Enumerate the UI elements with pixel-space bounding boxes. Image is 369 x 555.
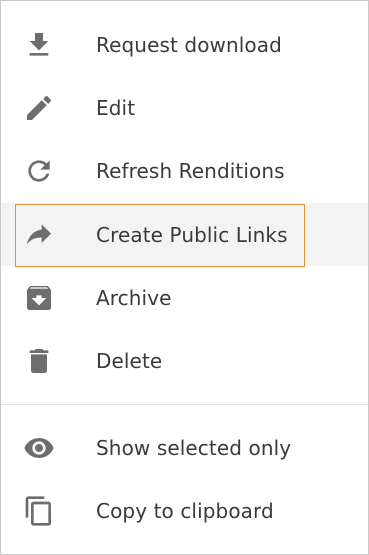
eye-icon	[23, 432, 55, 464]
download-icon	[23, 29, 55, 61]
context-menu: Request download Edit Refresh Renditions…	[0, 0, 369, 555]
menu-item-edit[interactable]: Edit	[1, 76, 368, 139]
menu-item-refresh-renditions[interactable]: Refresh Renditions	[1, 139, 368, 202]
pencil-icon	[23, 92, 55, 124]
menu-item-delete[interactable]: Delete	[1, 329, 368, 392]
share-arrow-icon	[23, 219, 55, 251]
trash-icon	[23, 345, 55, 377]
menu-item-copy-to-clipboard[interactable]: Copy to clipboard	[1, 479, 368, 542]
menu-item-label: Archive	[96, 285, 172, 310]
menu-item-label: Show selected only	[96, 435, 292, 460]
menu-item-label: Create Public Links	[96, 222, 288, 247]
menu-item-label: Refresh Renditions	[96, 158, 285, 183]
menu-item-archive[interactable]: Archive	[1, 266, 368, 329]
refresh-icon	[23, 155, 55, 187]
menu-item-label: Edit	[96, 95, 136, 120]
menu-item-label: Request download	[96, 32, 282, 57]
menu-item-label: Copy to clipboard	[96, 498, 274, 523]
menu-divider	[1, 404, 368, 405]
menu-item-create-public-links[interactable]: Create Public Links	[1, 203, 368, 266]
menu-item-label: Delete	[96, 348, 163, 373]
menu-item-show-selected-only[interactable]: Show selected only	[1, 416, 368, 479]
menu-item-request-download[interactable]: Request download	[1, 13, 368, 76]
archive-icon	[23, 282, 55, 314]
copy-icon	[23, 495, 55, 527]
